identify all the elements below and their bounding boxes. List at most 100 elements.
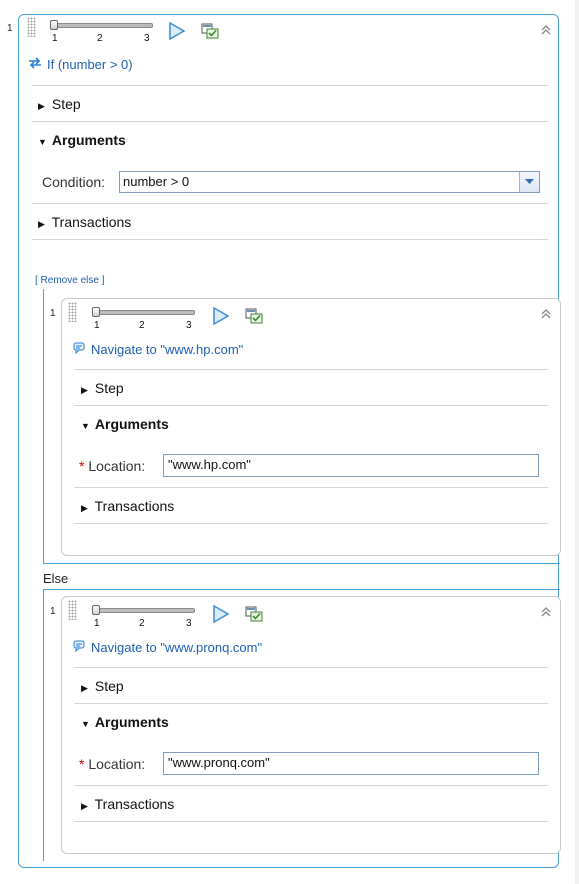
location-label: Location: [88,756,146,772]
arguments-section-label: Arguments [51,132,126,148]
chevron-down-icon[interactable] [519,172,539,192]
slider-tick: 2 [97,33,103,44]
slider-knob[interactable] [92,605,100,615]
step-section-label: Step [94,678,124,694]
drag-handle-icon[interactable] [27,17,36,37]
location-input[interactable]: "www.hp.com" [163,454,539,477]
transactions-section-label: Transactions [51,214,132,230]
snapshot-icon[interactable] [201,23,219,39]
divider [74,487,548,488]
arguments-section-header[interactable]: ▼ Arguments [38,132,126,148]
replay-level-slider[interactable]: 1 2 3 [50,18,155,48]
arguments-section-label: Arguments [94,714,169,730]
triangle-right-icon: ▶ [81,503,88,513]
collapse-icon[interactable] [541,308,551,320]
slider-track [95,608,195,613]
condition-value: number > 0 [123,174,190,189]
divider [74,523,548,524]
slider-tick: 2 [139,618,145,629]
transactions-section-header[interactable]: ▶ Transactions [81,796,174,812]
divider [74,821,548,822]
triangle-right-icon: ▶ [81,385,88,395]
if-branch-rule [43,289,44,563]
slider-tick: 1 [52,33,58,44]
collapse-icon[interactable] [541,24,551,36]
slider-tick: 3 [144,33,150,44]
location-input[interactable]: "www.pronq.com" [163,752,539,775]
divider [74,703,548,704]
else-label: Else [43,571,69,586]
navigate-icon [73,639,85,655]
slider-track [53,23,153,28]
divider [74,405,548,406]
triangle-right-icon: ▶ [81,801,88,811]
condition-input[interactable]: number > 0 [119,171,540,193]
step-number: 1 [50,308,56,319]
drag-handle-icon[interactable] [68,600,77,620]
step-description-text: Navigate to "www.pronq.com" [91,639,263,655]
step-section-label: Step [51,96,81,112]
slider-tick: 2 [139,320,145,331]
if-branch-rule [43,563,560,564]
step-section-label: Step [94,380,124,396]
arguments-section-label: Arguments [94,416,169,432]
step-number: 1 [50,606,56,617]
transactions-section-label: Transactions [94,498,175,514]
replay-level-slider[interactable]: 1 2 3 [92,305,197,335]
triangle-right-icon: ▶ [38,219,45,229]
required-marker: * [79,756,85,772]
divider [32,239,548,240]
step-section-header[interactable]: ▶ Step [38,96,81,112]
play-icon[interactable] [212,307,230,325]
remove-else-link[interactable]: [ Remove else ] [35,275,104,286]
triangle-down-icon: ▼ [81,719,90,729]
slider-tick: 1 [94,320,100,331]
triangle-down-icon: ▼ [38,137,47,147]
condition-label: Condition: [42,174,106,190]
slider-knob[interactable] [50,20,58,30]
else-branch-rule [43,589,44,861]
slider-track [95,310,195,315]
snapshot-icon[interactable] [245,308,263,324]
arguments-section-header[interactable]: ▼ Arguments [81,416,169,432]
step-section-header[interactable]: ▶ Step [81,678,124,694]
triangle-right-icon: ▶ [38,101,45,111]
location-label: Location: [88,458,146,474]
snapshot-icon[interactable] [245,606,263,622]
location-field-label: * Location: [79,756,145,772]
divider [74,785,548,786]
divider [32,85,548,86]
slider-tick: 3 [186,618,192,629]
slider-tick: 3 [186,320,192,331]
transactions-section-header[interactable]: ▶ Transactions [81,498,174,514]
play-icon[interactable] [212,605,230,623]
if-icon [28,56,42,72]
arguments-section-header[interactable]: ▼ Arguments [81,714,169,730]
step-number: 1 [7,23,13,34]
slider-tick: 1 [94,618,100,629]
step-description-text: If (number > 0) [47,56,133,72]
step-description-text: Navigate to "www.hp.com" [91,341,244,357]
required-marker: * [79,458,85,474]
drag-handle-icon[interactable] [68,302,77,322]
replay-level-slider[interactable]: 1 2 3 [92,603,197,633]
transactions-section-label: Transactions [94,796,175,812]
step-description: Navigate to "www.hp.com" [73,341,243,357]
step-section-header[interactable]: ▶ Step [81,380,124,396]
location-field-label: * Location: [79,458,145,474]
triangle-down-icon: ▼ [81,421,90,431]
transactions-section-header[interactable]: ▶ Transactions [38,214,131,230]
navigate-icon [73,341,85,357]
else-branch-rule [43,589,560,590]
play-icon[interactable] [168,22,186,40]
triangle-right-icon: ▶ [81,683,88,693]
step-description: If (number > 0) [28,56,133,72]
scrollbar[interactable] [575,0,579,884]
divider [32,203,548,204]
slider-knob[interactable] [92,307,100,317]
collapse-icon[interactable] [541,606,551,618]
divider [74,667,548,668]
step-description: Navigate to "www.pronq.com" [73,639,262,655]
divider [74,369,548,370]
divider [32,121,548,122]
